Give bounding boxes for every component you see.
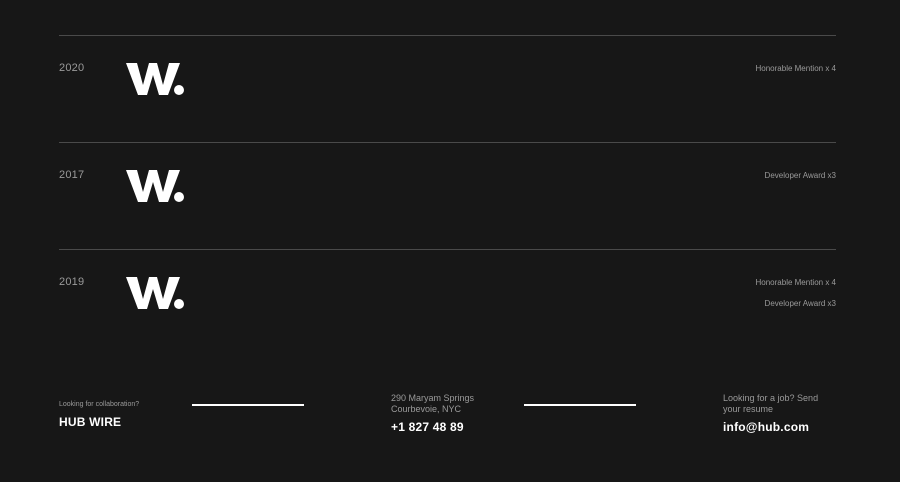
- w-logo-icon: [126, 269, 188, 313]
- award-item: Honorable Mention x 4: [755, 278, 837, 287]
- award-year: 2020: [59, 62, 85, 74]
- footer-divider-line: [524, 404, 636, 406]
- address-line-1: 290 Maryam Springs: [391, 393, 475, 403]
- job-label-line-1: Looking for a job? Send: [723, 393, 819, 403]
- award-list: Honorable Mention x 4 Developer Award x3: [756, 278, 837, 320]
- w-logo-icon: [126, 162, 188, 206]
- page: 2020 Honorable Mention x 4 2017 Develope…: [0, 0, 900, 482]
- job-label-line-2: your resume: [723, 404, 774, 414]
- award-item: Developer Award x3: [764, 171, 836, 180]
- collaboration-label: Looking for collaboration?: [59, 401, 140, 408]
- collaboration-block: Looking for collaboration? HUB WIRE: [59, 400, 139, 429]
- footer: Looking for collaboration? HUB WIRE 290 …: [0, 390, 900, 450]
- collaboration-link[interactable]: HUB WIRE: [59, 415, 139, 429]
- email-link[interactable]: info@hub.com: [723, 420, 818, 434]
- address-line-2: Courbevoie, NYC: [391, 404, 462, 414]
- award-list: Honorable Mention x 4: [756, 64, 837, 85]
- footer-divider-line: [192, 404, 304, 406]
- award-list: Developer Award x3: [765, 171, 836, 192]
- award-row: 2017 Developer Award x3: [59, 142, 836, 249]
- award-row: 2020 Honorable Mention x 4: [59, 35, 836, 142]
- phone-link[interactable]: +1 827 48 89: [391, 420, 474, 434]
- award-item: Developer Award x3: [764, 299, 836, 308]
- address-block: 290 Maryam Springs Courbevoie, NYC +1 82…: [391, 393, 474, 434]
- job-block: Looking for a job? Send your resume info…: [723, 393, 818, 434]
- w-logo-icon: [126, 55, 188, 99]
- award-row: 2019 Honorable Mention x 4 Developer Awa…: [59, 249, 836, 356]
- award-year: 2019: [59, 276, 85, 288]
- awards-list: 2020 Honorable Mention x 4 2017 Develope…: [59, 35, 836, 356]
- award-year: 2017: [59, 169, 85, 181]
- award-item: Honorable Mention x 4: [755, 64, 837, 73]
